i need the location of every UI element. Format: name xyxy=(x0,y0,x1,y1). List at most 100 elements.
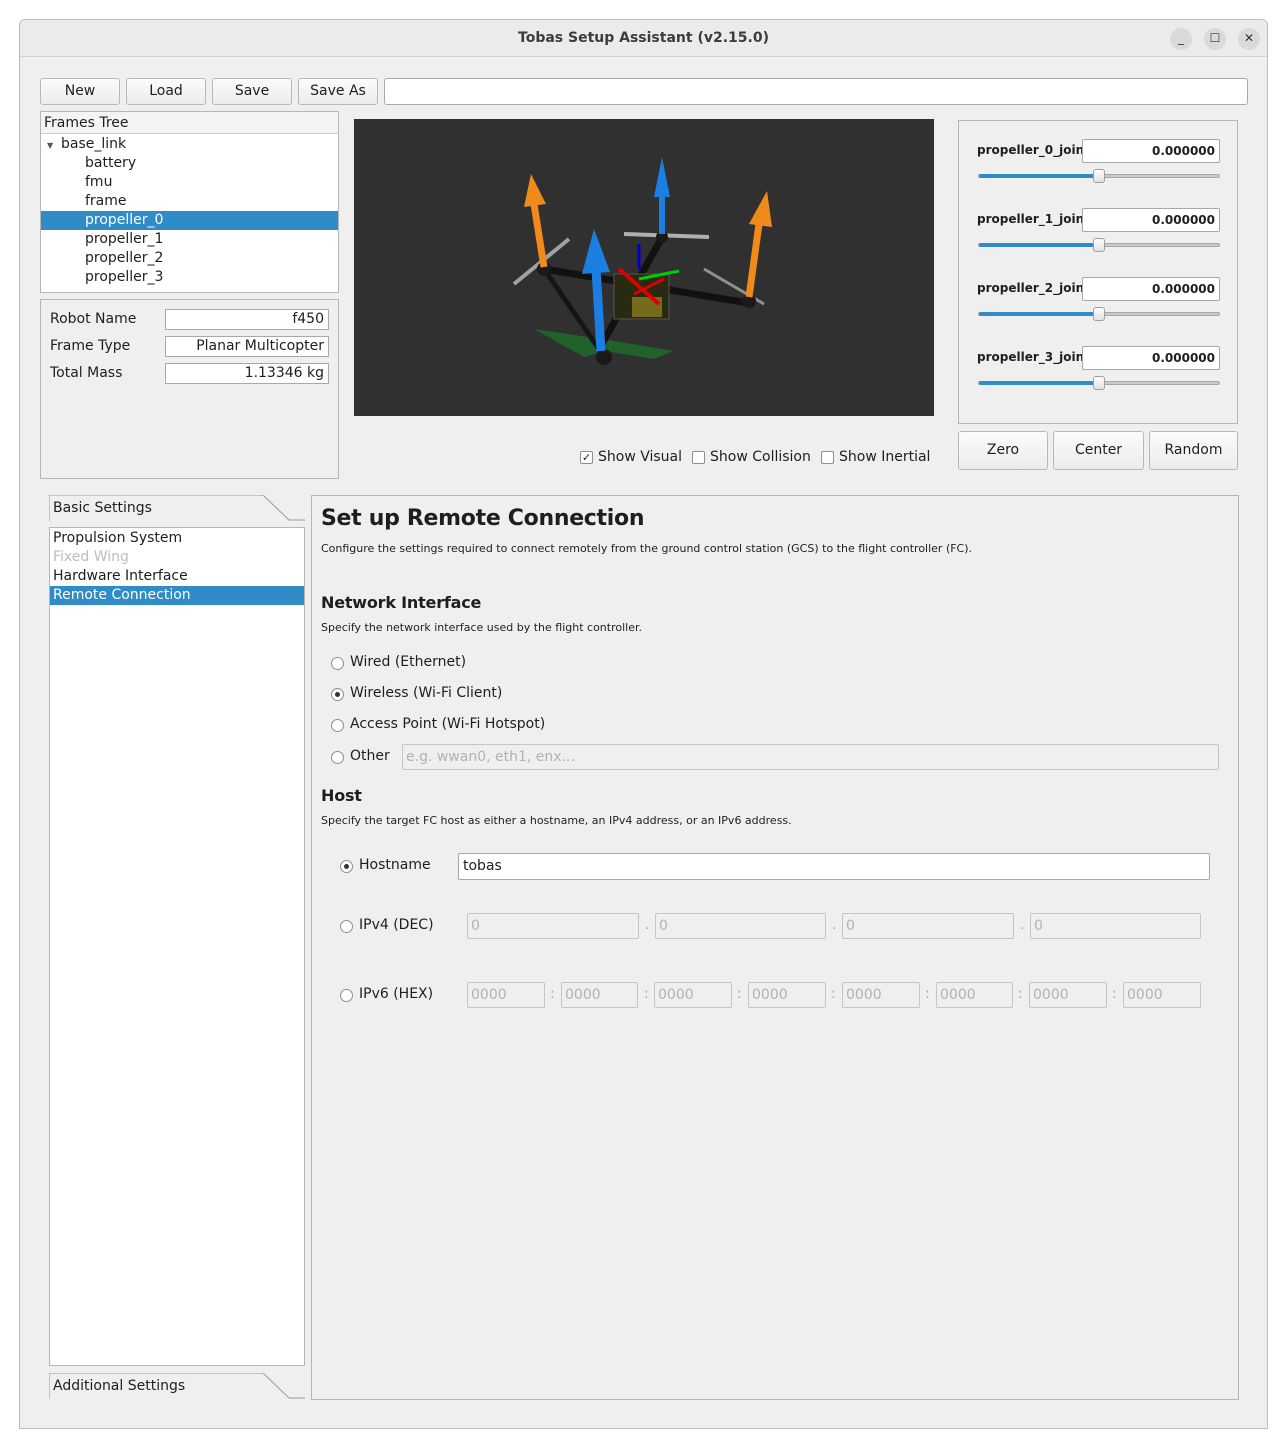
settings-nav-list[interactable]: Propulsion System Fixed Wing Hardware In… xyxy=(49,527,305,1366)
joint-value-2[interactable]: 0.000000 xyxy=(1082,277,1220,301)
tree-item-propeller-2[interactable]: propeller_2 xyxy=(41,249,338,268)
robot-info-panel: Robot Name f450 Frame Type Planar Multic… xyxy=(40,299,339,479)
wireless-label[interactable]: Wireless (Wi-Fi Client) xyxy=(350,685,502,701)
tree-item-base-link[interactable]: ▼ base_link xyxy=(41,135,338,154)
ipv6-separator: : xyxy=(550,986,555,1002)
other-radio[interactable] xyxy=(331,751,344,764)
joint-value-0[interactable]: 0.000000 xyxy=(1082,139,1220,163)
title-bar[interactable]: Tobas Setup Assistant (v2.15.0) _ ☐ ✕ xyxy=(20,20,1267,57)
access-point-radio[interactable] xyxy=(331,719,344,732)
ipv4-radio[interactable] xyxy=(340,920,353,933)
slider-fill-0 xyxy=(979,174,1099,178)
host-heading: Host xyxy=(321,786,362,805)
joint-panel: propeller_0_joint 0.000000 propeller_1_j… xyxy=(958,120,1238,424)
tree-item-battery[interactable]: battery xyxy=(41,154,338,173)
ipv4-separator: . xyxy=(645,917,650,933)
page-description: Configure the settings required to conne… xyxy=(321,542,973,555)
robot-name-field[interactable]: f450 xyxy=(165,309,329,330)
file-path-input[interactable] xyxy=(384,78,1248,105)
hostname-label[interactable]: Hostname xyxy=(359,857,431,873)
ipv6-group-3[interactable]: 0000 xyxy=(654,982,732,1008)
slider-handle-1[interactable] xyxy=(1093,238,1105,252)
ipv6-group-2[interactable]: 0000 xyxy=(561,982,638,1008)
slider-handle-0[interactable] xyxy=(1093,169,1105,183)
slider-fill-2 xyxy=(979,312,1099,316)
joint-value-1[interactable]: 0.000000 xyxy=(1082,208,1220,232)
ipv6-group-4[interactable]: 0000 xyxy=(748,982,826,1008)
frames-tree-header: Frames Tree xyxy=(41,112,338,134)
ipv4-octet-3[interactable]: 0 xyxy=(842,913,1014,939)
hostname-input[interactable]: tobas xyxy=(458,853,1210,880)
network-interface-description: Specify the network interface used by th… xyxy=(321,621,642,634)
nav-item-propulsion-system[interactable]: Propulsion System xyxy=(50,529,304,548)
save-button[interactable]: Save xyxy=(212,78,292,105)
show-collision-checkbox[interactable] xyxy=(692,451,705,464)
chevron-down-icon[interactable]: ▼ xyxy=(47,136,61,155)
joint-slider-0[interactable] xyxy=(978,169,1220,183)
wireless-radio[interactable] xyxy=(331,688,344,701)
show-visual-checkbox[interactable]: ✓ xyxy=(580,451,593,464)
other-interface-input[interactable]: e.g. wwan0, eth1, enx... xyxy=(402,744,1219,770)
maximize-icon[interactable]: ☐ xyxy=(1204,28,1226,50)
slider-fill-1 xyxy=(979,243,1099,247)
ipv6-separator: : xyxy=(925,986,930,1002)
nav-item-fixed-wing: Fixed Wing xyxy=(53,549,129,565)
slider-handle-2[interactable] xyxy=(1093,307,1105,321)
ipv4-separator: . xyxy=(832,917,837,933)
robot-3d-viewer[interactable] xyxy=(354,119,934,416)
total-mass-field[interactable]: 1.13346 kg xyxy=(165,363,329,384)
tree-item-propeller-1[interactable]: propeller_1 xyxy=(41,230,338,249)
total-mass-label: Total Mass xyxy=(50,365,123,381)
slider-handle-3[interactable] xyxy=(1093,376,1105,390)
slider-fill-3 xyxy=(979,381,1099,385)
joint-name-0: propeller_0_joint xyxy=(977,143,1090,157)
ipv6-group-5[interactable]: 0000 xyxy=(842,982,920,1008)
joint-slider-2[interactable] xyxy=(978,307,1220,321)
zero-button[interactable]: Zero xyxy=(958,431,1048,470)
random-button[interactable]: Random xyxy=(1149,431,1238,470)
minimize-icon[interactable]: _ xyxy=(1170,28,1192,50)
show-collision-label: Show Collision xyxy=(710,449,811,465)
wired-label[interactable]: Wired (Ethernet) xyxy=(350,654,466,670)
app-window: Tobas Setup Assistant (v2.15.0) _ ☐ ✕ Ne… xyxy=(19,19,1268,1429)
tree-item-propeller-0[interactable]: propeller_0 xyxy=(41,211,338,230)
joint-value-3[interactable]: 0.000000 xyxy=(1082,346,1220,370)
show-visual-label: Show Visual xyxy=(598,449,683,465)
tree-item-propeller-3[interactable]: propeller_3 xyxy=(41,268,338,287)
show-inertial-label: Show Inertial xyxy=(839,449,931,465)
ipv6-separator: : xyxy=(737,986,742,1002)
ipv4-label[interactable]: IPv4 (DEC) xyxy=(359,917,434,933)
load-button[interactable]: Load xyxy=(126,78,206,105)
hostname-radio[interactable] xyxy=(340,860,353,873)
ipv6-separator: : xyxy=(1112,986,1117,1002)
tree-item-fmu[interactable]: fmu xyxy=(41,173,338,192)
wired-radio[interactable] xyxy=(331,657,344,670)
remote-connection-page: Set up Remote Connection Configure the s… xyxy=(311,495,1239,1400)
frames-tree[interactable]: Frames Tree ▼ base_link battery fmu frame… xyxy=(40,111,339,293)
joint-slider-3[interactable] xyxy=(978,376,1220,390)
joint-name-2: propeller_2_joint xyxy=(977,281,1090,295)
frame-type-label: Frame Type xyxy=(50,338,131,354)
center-button[interactable]: Center xyxy=(1053,431,1144,470)
ipv4-octet-2[interactable]: 0 xyxy=(655,913,826,939)
ipv4-octet-1[interactable]: 0 xyxy=(467,913,639,939)
new-button[interactable]: New xyxy=(40,78,120,105)
access-point-label[interactable]: Access Point (Wi-Fi Hotspot) xyxy=(350,716,545,732)
nav-item-remote-connection[interactable]: Remote Connection xyxy=(50,586,304,605)
show-inertial-checkbox[interactable] xyxy=(821,451,834,464)
ipv6-label[interactable]: IPv6 (HEX) xyxy=(359,986,433,1002)
tree-item-frame[interactable]: frame xyxy=(41,192,338,211)
ipv6-group-1[interactable]: 0000 xyxy=(467,982,545,1008)
ipv6-group-7[interactable]: 0000 xyxy=(1029,982,1107,1008)
ipv6-radio[interactable] xyxy=(340,989,353,1002)
close-icon[interactable]: ✕ xyxy=(1238,28,1260,50)
ipv6-group-6[interactable]: 0000 xyxy=(936,982,1013,1008)
nav-item-hardware-interface[interactable]: Hardware Interface xyxy=(50,567,304,586)
save-as-button[interactable]: Save As xyxy=(298,78,378,105)
ipv4-octet-4[interactable]: 0 xyxy=(1030,913,1201,939)
ipv6-group-8[interactable]: 0000 xyxy=(1123,982,1201,1008)
other-label[interactable]: Other xyxy=(350,748,390,764)
joint-slider-1[interactable] xyxy=(978,238,1220,252)
joint-name-1: propeller_1_joint xyxy=(977,212,1090,226)
frame-type-field[interactable]: Planar Multicopter xyxy=(165,336,329,357)
